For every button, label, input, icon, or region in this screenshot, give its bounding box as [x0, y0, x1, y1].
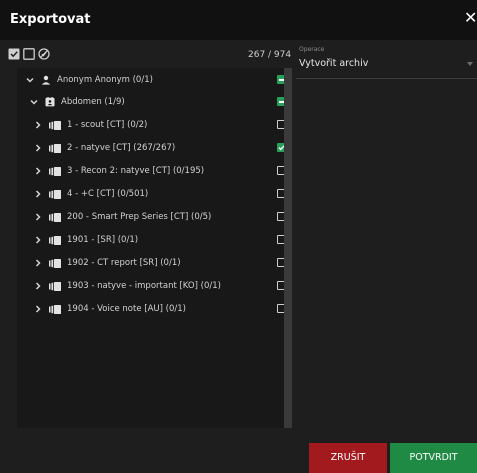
chevron-right-icon[interactable]: [33, 304, 43, 314]
series-icon: [49, 304, 61, 314]
tree-row-label: 4 - +C [CT] (0/501): [67, 189, 149, 199]
selection-toolbar: [8, 47, 50, 61]
chevron-right-icon[interactable]: [33, 258, 43, 268]
tree-row[interactable]: 3 - Recon 2: natyve [CT] (0/195): [33, 163, 283, 179]
chevron-right-icon[interactable]: [33, 143, 43, 153]
series-icon: [49, 258, 61, 268]
tree-row-label: 3 - Recon 2: natyve [CT] (0/195): [67, 166, 205, 176]
tree-row[interactable]: 1901 - [SR] (0/1): [33, 232, 283, 248]
tree-row[interactable]: 1903 - natyve - important [KO] (0/1): [33, 278, 283, 294]
tree-row-label: 200 - Smart Prep Series [CT] (0/5): [67, 212, 212, 222]
chevron-right-icon[interactable]: [33, 189, 43, 199]
chevron-right-icon[interactable]: [33, 212, 43, 222]
tree-scrollbar[interactable]: [284, 68, 292, 428]
tree-row[interactable]: 2 - natyve [CT] (267/267): [33, 140, 283, 156]
series-icon: [49, 120, 61, 130]
tree-row[interactable]: Anonym Anonym (0/1): [25, 72, 285, 88]
chevron-right-icon[interactable]: [33, 166, 43, 176]
chevron-right-icon[interactable]: [33, 120, 43, 130]
operation-value: Vytvořit archiv: [299, 58, 369, 69]
cancel-button[interactable]: ZRUŠIT: [309, 443, 387, 473]
chevron-down-icon[interactable]: [29, 97, 39, 107]
tree-row-label: 1904 - Voice note [AU] (0/1): [67, 304, 186, 314]
person-icon: [41, 75, 51, 85]
tree-row[interactable]: 200 - Smart Prep Series [CT] (0/5): [33, 209, 283, 225]
tree-row-label: 1901 - [SR] (0/1): [67, 235, 139, 245]
tree-row-label: 1902 - CT report [SR] (0/1): [67, 258, 181, 268]
selected-count: 267 / 974: [248, 50, 292, 60]
select-all-icon[interactable]: [8, 48, 20, 60]
tree-row[interactable]: 4 - +C [CT] (0/501): [33, 186, 283, 202]
series-icon: [49, 235, 61, 245]
operation-label: Operace: [299, 46, 325, 53]
tree-row-label: Abdomen (1/9): [61, 97, 125, 107]
tree-row-label: 1 - scout [CT] (0/2): [67, 120, 148, 130]
series-icon: [49, 166, 61, 176]
invert-selection-icon[interactable]: [38, 48, 50, 60]
tree-row-label: 1903 - natyve - important [KO] (0/1): [67, 281, 221, 291]
tree-row[interactable]: 1902 - CT report [SR] (0/1): [33, 255, 283, 271]
chevron-right-icon[interactable]: [33, 281, 43, 291]
dialog-title: Exportovat: [10, 12, 91, 27]
tree-panel: Anonym Anonym (0/1) Abdomen (1/9) 1 - sc…: [17, 68, 286, 428]
select-none-icon[interactable]: [23, 48, 35, 60]
chevron-down-icon: [467, 62, 473, 66]
series-icon: [49, 212, 61, 222]
tree-row[interactable]: 1904 - Voice note [AU] (0/1): [33, 301, 283, 317]
tree-row[interactable]: Abdomen (1/9): [29, 94, 285, 110]
chevron-right-icon[interactable]: [33, 235, 43, 245]
operation-select[interactable]: Vytvořit archiv: [296, 54, 477, 79]
tree-row-label: 2 - natyve [CT] (267/267): [67, 143, 176, 153]
confirm-button[interactable]: POTVRDIT: [390, 443, 477, 473]
chevron-down-icon[interactable]: [25, 75, 35, 85]
close-icon[interactable]: ✕: [464, 10, 477, 26]
study-icon: [45, 97, 55, 107]
series-icon: [49, 281, 61, 291]
tree-row-label: Anonym Anonym (0/1): [57, 75, 153, 85]
tree-row[interactable]: 1 - scout [CT] (0/2): [33, 117, 283, 133]
series-icon: [49, 189, 61, 199]
series-icon: [49, 143, 61, 153]
dialog-titlebar: Exportovat ✕: [0, 0, 477, 40]
